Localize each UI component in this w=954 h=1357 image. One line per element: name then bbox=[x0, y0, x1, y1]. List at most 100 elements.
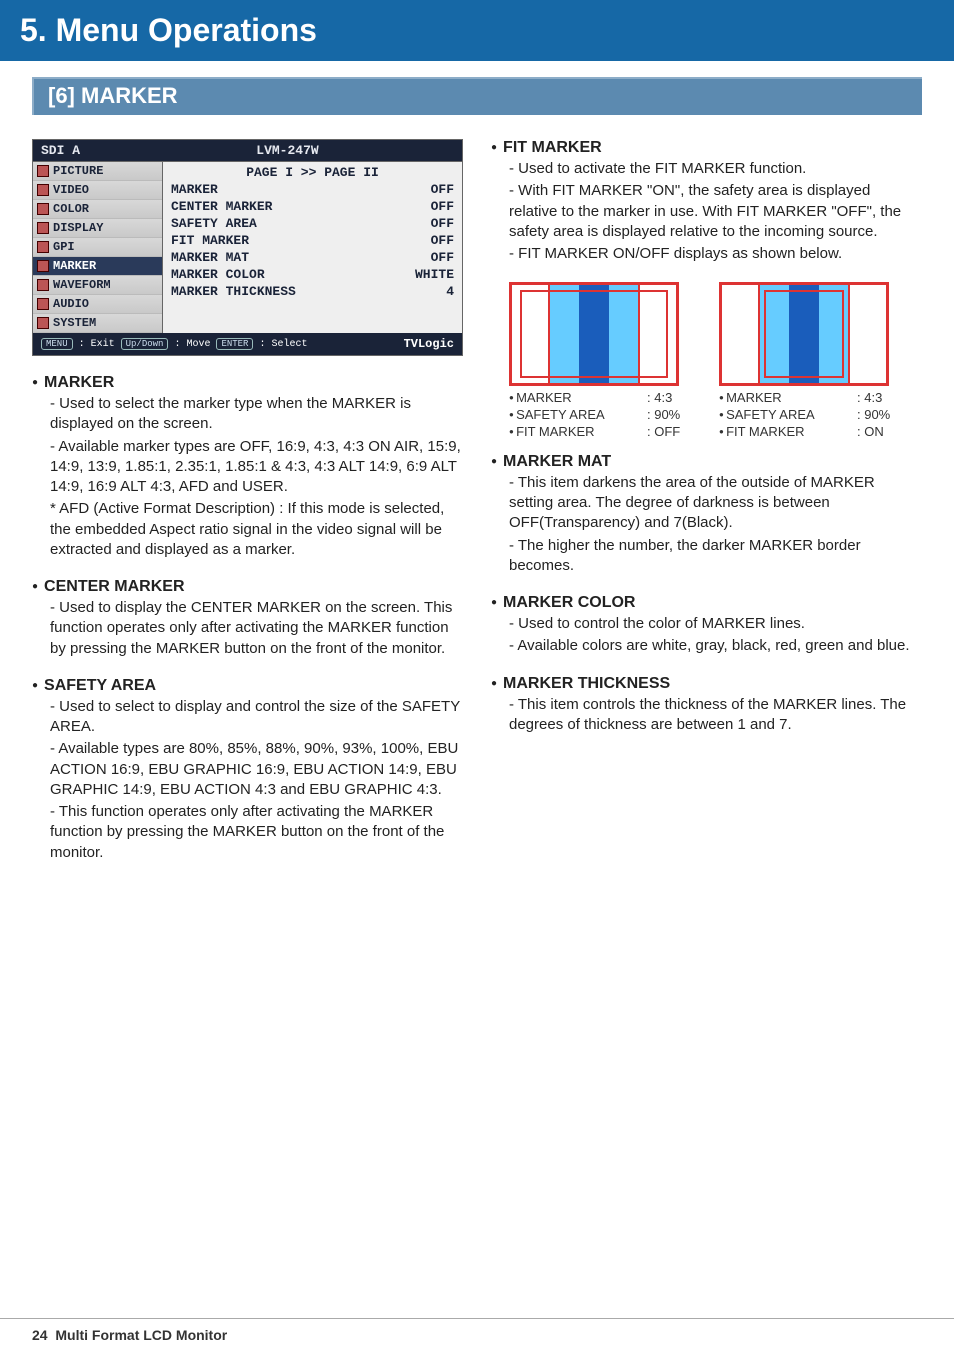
section-title: [6] MARKER bbox=[48, 83, 178, 108]
osd-row-label: MARKER MAT bbox=[171, 250, 431, 265]
spec-value: : 90% bbox=[857, 407, 899, 424]
osd-row-label: CENTER MARKER bbox=[171, 199, 431, 214]
osd-panel: SDI A LVM-247W PICTURE VIDEO COLOR DISPL… bbox=[32, 139, 463, 356]
spec-label: MARKER bbox=[516, 390, 616, 407]
spec-line: FIT MARKER: ON bbox=[719, 424, 899, 441]
item-body: - This item darkens the area of the outs… bbox=[491, 473, 922, 576]
spec-value: : OFF bbox=[647, 424, 689, 441]
item-marker-mat: MARKER MAT - This item darkens the area … bbox=[491, 453, 922, 576]
item-para: - This function operates only after acti… bbox=[50, 802, 463, 863]
osd-exit-label: : Exit bbox=[79, 339, 115, 350]
osd-tab-marker[interactable]: MARKER bbox=[33, 257, 162, 276]
osd-row-label: SAFETY AREA bbox=[171, 216, 431, 231]
footer-label: Multi Format LCD Monitor bbox=[55, 1327, 227, 1343]
spec-label: SAFETY AREA bbox=[726, 407, 826, 424]
item-body: - Used to select to display and control … bbox=[32, 697, 463, 863]
osd-tab-color[interactable]: COLOR bbox=[33, 200, 162, 219]
osd-enter-btn: ENTER bbox=[216, 338, 253, 350]
tab-icon bbox=[37, 165, 49, 177]
spec-label: MARKER bbox=[726, 390, 826, 407]
osd-tab-display[interactable]: DISPLAY bbox=[33, 219, 162, 238]
tab-label: SYSTEM bbox=[53, 316, 96, 330]
spec-value: : 4:3 bbox=[857, 390, 899, 407]
spec-value: : ON bbox=[857, 424, 899, 441]
item-body: - This item controls the thickness of th… bbox=[491, 695, 922, 736]
osd-row[interactable]: CENTER MARKEROFF bbox=[163, 198, 462, 215]
tab-label: AUDIO bbox=[53, 297, 89, 311]
osd-row[interactable]: MARKER COLORWHITE bbox=[163, 266, 462, 283]
item-body: - Used to select the marker type when th… bbox=[32, 394, 463, 560]
osd-row[interactable]: MARKER MATOFF bbox=[163, 249, 462, 266]
diagram-specs: MARKER : 4:3 SAFETY AREA : 90% FIT MARKER:… bbox=[719, 390, 899, 441]
osd-row-value: OFF bbox=[431, 233, 454, 248]
osd-row-value: OFF bbox=[431, 182, 454, 197]
osd-tab-list: PICTURE VIDEO COLOR DISPLAY GPI MARKER W… bbox=[33, 162, 163, 333]
osd-tab-picture[interactable]: PICTURE bbox=[33, 162, 162, 181]
osd-row-value: WHITE bbox=[415, 267, 454, 282]
osd-updown-btn: Up/Down bbox=[121, 338, 169, 350]
osd-tab-waveform[interactable]: WAVEFORM bbox=[33, 276, 162, 295]
tab-icon bbox=[37, 203, 49, 215]
spec-line: SAFETY AREA : 90% bbox=[509, 407, 689, 424]
item-heading: MARKER MAT bbox=[491, 453, 922, 471]
spec-value: : 90% bbox=[647, 407, 689, 424]
osd-brand: TVLogic bbox=[404, 337, 454, 351]
osd-menu-btn: MENU bbox=[41, 338, 73, 350]
tab-icon bbox=[37, 184, 49, 196]
diagram-box bbox=[509, 282, 679, 386]
osd-row[interactable]: FIT MARKEROFF bbox=[163, 232, 462, 249]
item-heading: CENTER MARKER bbox=[32, 578, 463, 596]
item-para: * AFD (Active Format Description) : If t… bbox=[50, 499, 463, 560]
page-number: 24 bbox=[32, 1327, 48, 1343]
page-title: 5. Menu Operations bbox=[20, 12, 317, 48]
diagram-fit-off: MARKER : 4:3 SAFETY AREA : 90% FIT MARKER:… bbox=[509, 282, 689, 441]
item-heading: MARKER THICKNESS bbox=[491, 675, 922, 693]
tab-icon bbox=[37, 279, 49, 291]
item-para: - This item controls the thickness of th… bbox=[509, 695, 922, 736]
osd-select-label: : Select bbox=[259, 339, 307, 350]
tab-label: PICTURE bbox=[53, 164, 103, 178]
osd-model: LVM-247W bbox=[181, 143, 394, 158]
content-columns: SDI A LVM-247W PICTURE VIDEO COLOR DISPL… bbox=[0, 131, 954, 889]
item-para: - With FIT MARKER "ON", the safety area … bbox=[509, 181, 922, 242]
item-para: - Available types are 80%, 85%, 88%, 90%… bbox=[50, 739, 463, 800]
osd-body: PICTURE VIDEO COLOR DISPLAY GPI MARKER W… bbox=[33, 162, 462, 333]
tab-label: DISPLAY bbox=[53, 221, 103, 235]
osd-row-label: FIT MARKER bbox=[171, 233, 431, 248]
spec-line: FIT MARKER: OFF bbox=[509, 424, 689, 441]
spec-label: SAFETY AREA bbox=[516, 407, 616, 424]
osd-row[interactable]: SAFETY AREAOFF bbox=[163, 215, 462, 232]
item-para: - FIT MARKER ON/OFF displays as shown be… bbox=[509, 244, 922, 264]
item-para: - Used to display the CENTER MARKER on t… bbox=[50, 598, 463, 659]
osd-footer: MENU : Exit Up/Down : Move ENTER : Selec… bbox=[33, 333, 462, 355]
osd-row[interactable]: MARKEROFF bbox=[163, 181, 462, 198]
item-marker-thickness: MARKER THICKNESS - This item controls th… bbox=[491, 675, 922, 736]
osd-tab-gpi[interactable]: GPI bbox=[33, 238, 162, 257]
item-para: - This item darkens the area of the outs… bbox=[509, 473, 922, 534]
item-heading: MARKER bbox=[32, 374, 463, 392]
item-body: - Used to control the color of MARKER li… bbox=[491, 614, 922, 657]
spec-line: MARKER : 4:3 bbox=[509, 390, 689, 407]
osd-tab-audio[interactable]: AUDIO bbox=[33, 295, 162, 314]
diagram-specs: MARKER : 4:3 SAFETY AREA : 90% FIT MARKER:… bbox=[509, 390, 689, 441]
tab-label: MARKER bbox=[53, 259, 96, 273]
item-heading: FIT MARKER bbox=[491, 139, 922, 157]
osd-tab-video[interactable]: VIDEO bbox=[33, 181, 162, 200]
osd-row-value: OFF bbox=[431, 250, 454, 265]
tab-icon bbox=[37, 241, 49, 253]
osd-row[interactable]: MARKER THICKNESS4 bbox=[163, 283, 462, 300]
osd-tab-system[interactable]: SYSTEM bbox=[33, 314, 162, 333]
spec-value: : 4:3 bbox=[647, 390, 689, 407]
fit-marker-diagrams: MARKER : 4:3 SAFETY AREA : 90% FIT MARKER:… bbox=[509, 282, 922, 441]
right-column: FIT MARKER - Used to activate the FIT MA… bbox=[491, 139, 922, 881]
item-para: - Used to select the marker type when th… bbox=[50, 394, 463, 435]
item-para: - The higher the number, the darker MARK… bbox=[509, 536, 922, 577]
item-para: - Available colors are white, gray, blac… bbox=[509, 636, 922, 656]
page-title-bar: 5. Menu Operations bbox=[0, 0, 954, 61]
item-para: - Available marker types are OFF, 16:9, … bbox=[50, 437, 463, 498]
item-marker-color: MARKER COLOR - Used to control the color… bbox=[491, 594, 922, 657]
item-heading: SAFETY AREA bbox=[32, 677, 463, 695]
osd-row-value: OFF bbox=[431, 199, 454, 214]
item-fit-marker: FIT MARKER - Used to activate the FIT MA… bbox=[491, 139, 922, 264]
safety-rect bbox=[764, 290, 844, 378]
